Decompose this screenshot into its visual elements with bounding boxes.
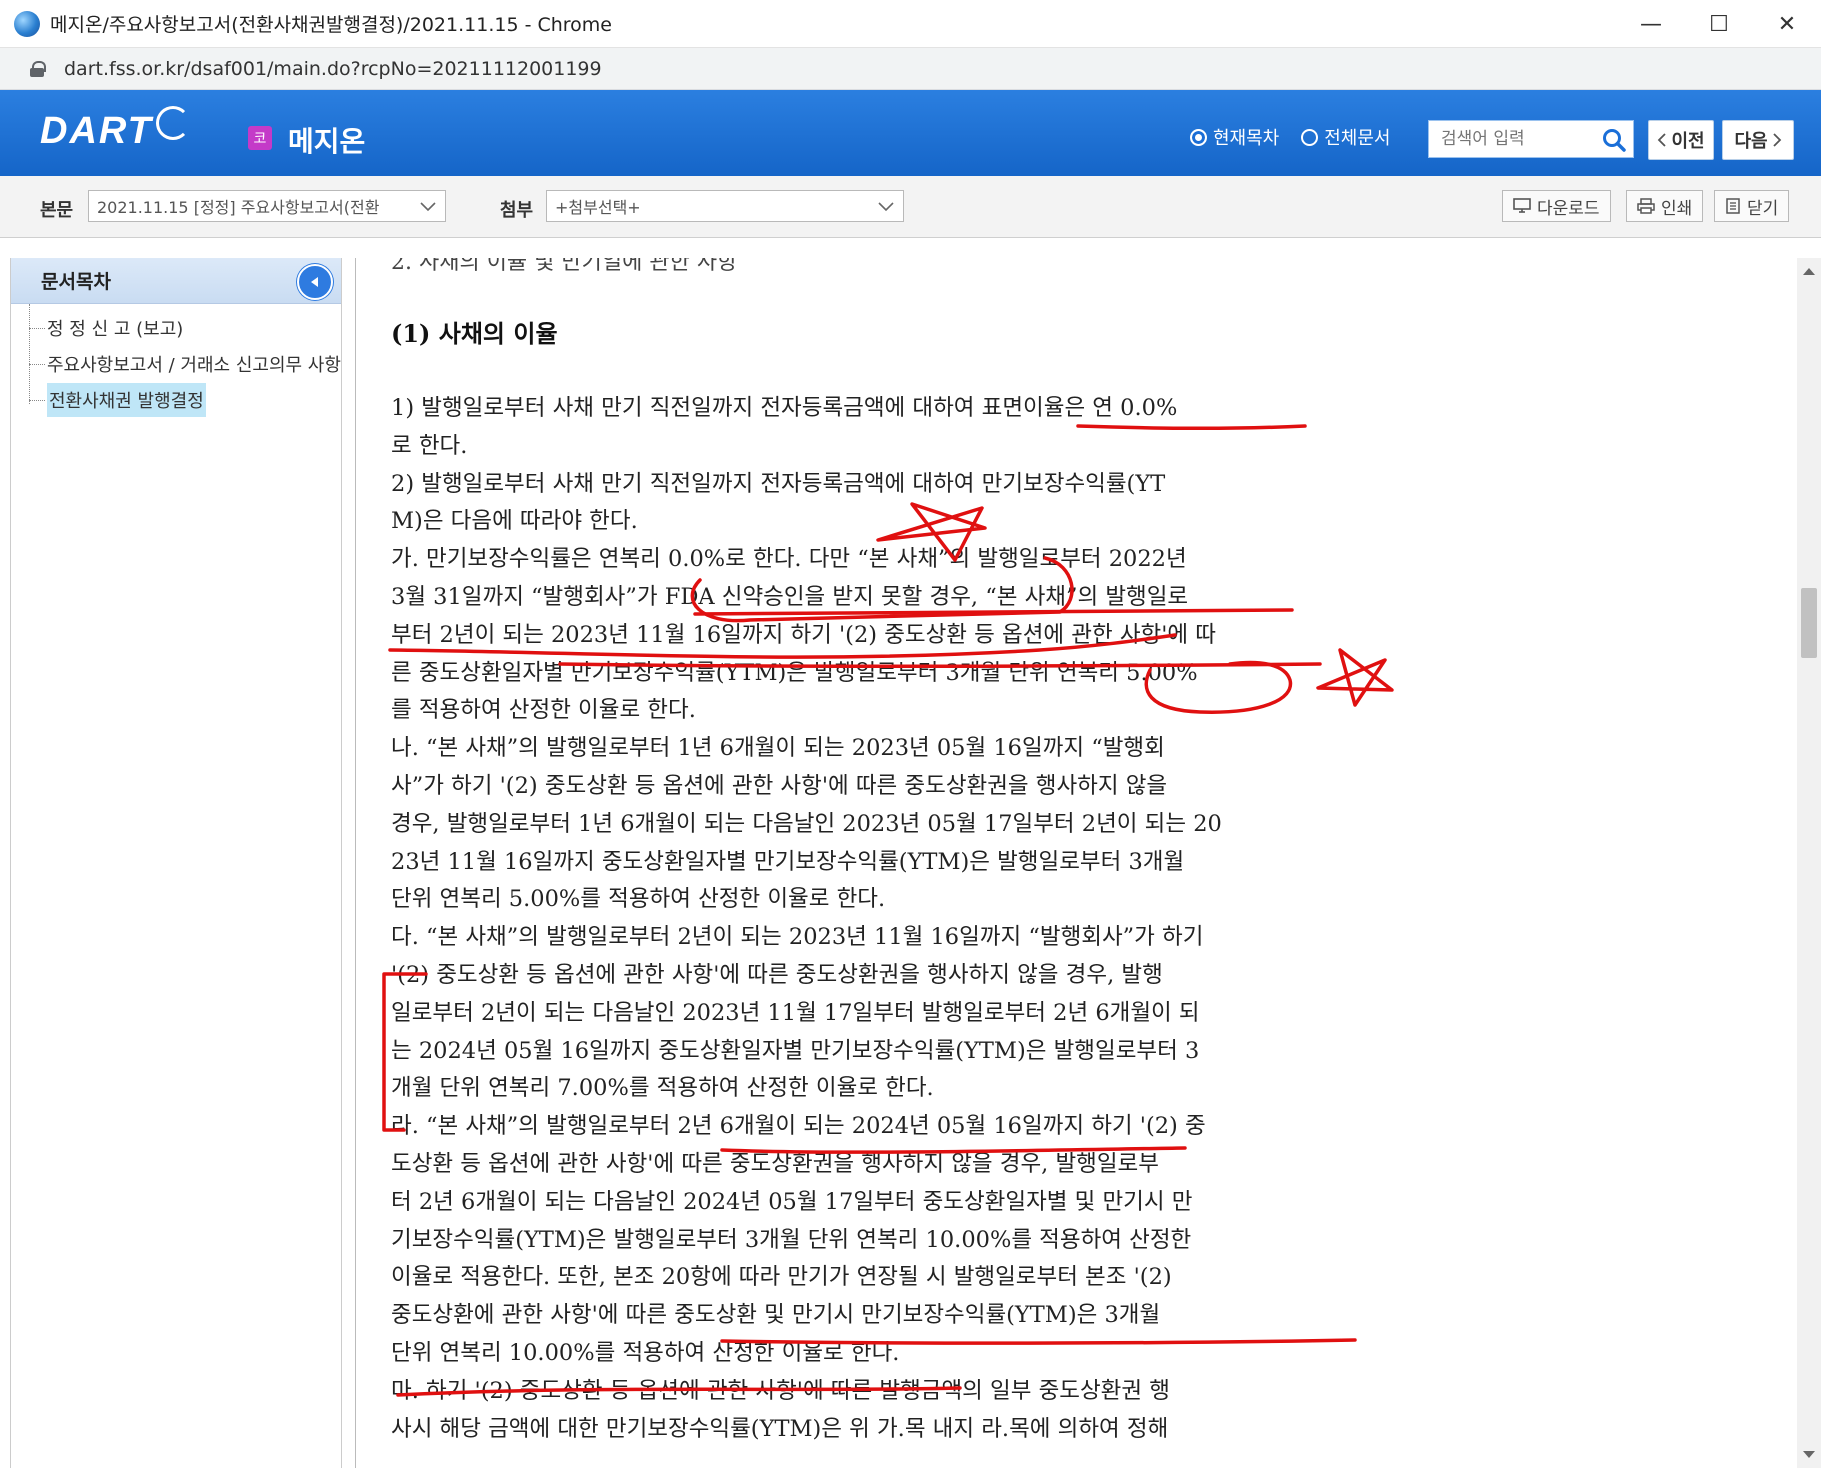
radio-all-docs[interactable]: 전체문서 — [1301, 124, 1391, 150]
radio-current-toc-label: 현재목차 — [1213, 128, 1280, 149]
toc-title: 문서목차 — [41, 271, 111, 293]
doc-line: '(2) 중도상환 등 옵션에 관한 사항'에 따른 중도상환권을 행사하지 않… — [391, 962, 1163, 988]
search-box — [1428, 120, 1634, 158]
corp-badge: 코 — [248, 126, 272, 150]
radio-all-docs-circle[interactable] — [1301, 128, 1319, 146]
doc-line: 사시 해당 금액에 대한 만기보장수익률(YTM)은 위 가.목 내지 라.목에… — [391, 1415, 1169, 1442]
chevron-down-icon — [419, 197, 437, 215]
attach-label: 첨부 — [500, 200, 534, 221]
doc-line: 사”가 하기 '(2) 중도상환 등 옵션에 관한 사항'에 따른 중도상환권을… — [391, 773, 1168, 799]
doc-cut-line: 2. 사채의 이율 및 만기일에 관한 사항 — [391, 258, 738, 275]
chevron-left-icon — [1658, 133, 1667, 147]
doc-line: M)은 다음에 따라야 한다. — [391, 508, 638, 535]
document-scrollbar[interactable] — [1797, 258, 1821, 1468]
scroll-down-arrow-icon[interactable] — [1803, 1451, 1815, 1458]
doc-line: 다. “본 사채”의 발행일로부터 2년이 되는 2023년 11월 16일까지… — [391, 924, 1204, 951]
doc-line: 이율로 적용한다. 또한, 본조 20항에 따라 만기가 연장될 시 발행일로부… — [391, 1264, 1172, 1291]
doc-line: 른 중도상환일자별 만기보장수익률(YTM)은 발행일로부터 3개월 단위 연복… — [391, 659, 1198, 686]
minimize-button[interactable]: — — [1617, 0, 1685, 48]
triangle-left-icon — [311, 277, 318, 287]
doc-line: 중도상환에 관한 사항'에 따른 중도상환 및 만기시 만기보장수익률(YTM)… — [391, 1302, 1161, 1329]
search-scope-radio-group: 현재목차 전체문서 — [1190, 124, 1391, 150]
close-doc-button-label: 닫기 — [1747, 198, 1779, 219]
next-button-label: 다음 — [1734, 131, 1768, 152]
main-doc-label: 본문 — [40, 200, 74, 221]
download-button-label: 다운로드 — [1537, 198, 1600, 219]
toc-item-correction[interactable]: 정 정 신 고 (보고) — [11, 310, 341, 346]
doc-line: 로 한다. — [391, 432, 468, 459]
radio-current-toc[interactable]: 현재목차 — [1190, 124, 1279, 150]
toc-tree: 정 정 신 고 (보고) 주요사항보고서 / 거래소 신고의무 사항 전환사채권… — [11, 304, 341, 418]
close-window-button[interactable]: ✕ — [1753, 0, 1821, 48]
document-icon — [1726, 198, 1740, 214]
doc-line: 단위 연복리 10.00%를 적용하여 산정한 이율로 한다. — [391, 1340, 900, 1366]
dart-logo-mark-icon — [156, 106, 190, 140]
lock-icon — [30, 60, 46, 77]
doc-line: 터 2년 6개월이 되는 다음날인 2024년 05월 17일부터 중도상환일자… — [391, 1188, 1193, 1215]
corp-name: 메지온 — [288, 125, 366, 158]
prev-button[interactable]: 이전 — [1648, 120, 1714, 160]
doc-line: 일로부터 2년이 되는 다음날인 2023년 11월 17일부터 발행일로부터 … — [391, 999, 1200, 1026]
toc-header: 문서목차 — [11, 258, 341, 304]
radio-all-docs-label: 전체문서 — [1324, 128, 1391, 149]
doc-line: 라. “본 사채”의 발행일로부터 2년 6개월이 되는 2024년 05월 1… — [391, 1113, 1206, 1140]
url-text[interactable]: dart.fss.or.kr/dsaf001/main.do?rcpNo=202… — [64, 58, 602, 80]
print-button-label: 인쇄 — [1661, 198, 1693, 219]
doc-line: 도상환 등 옵션에 관한 사항'에 따른 중도상환권을 행사하지 않을 경우, … — [391, 1151, 1159, 1177]
doc-line: 기보장수익률(YTM)은 발행일로부터 3개월 단위 연복리 10.00%를 적… — [391, 1226, 1192, 1253]
printer-icon — [1637, 198, 1655, 214]
address-bar[interactable]: dart.fss.or.kr/dsaf001/main.do?rcpNo=202… — [0, 48, 1821, 90]
search-icon[interactable] — [1601, 127, 1627, 153]
doc-line: 부터 2년이 되는 2023년 11월 16일까지 하기 '(2) 중도상환 등… — [391, 621, 1216, 648]
monitor-icon — [1513, 198, 1531, 213]
document-toolbar: 본문 2021.11.15 [정정] 주요사항보고서(전환 첨부 +첨부선택+ … — [0, 176, 1821, 238]
next-button[interactable]: 다음 — [1722, 120, 1794, 160]
chevron-right-icon — [1772, 133, 1781, 147]
print-button[interactable]: 인쇄 — [1626, 190, 1704, 222]
dart-app-icon — [14, 10, 40, 37]
doc-line: 2) 발행일로부터 사채 만기 직전일까지 전자등록금액에 대하여 만기보장수익… — [391, 470, 1166, 497]
window-title: 메지온/주요사항보고서(전환사채권발행결정)/2021.11.15 - Chro… — [50, 14, 612, 36]
toc-item-cb-issuance[interactable]: 전환사채권 발행결정 — [11, 382, 341, 418]
doc-line: 마. 하기 '(2) 중도상환 등 옵션에 관한 사항'에 따른 발행금액의 일… — [391, 1377, 1170, 1404]
toc-item-main-report[interactable]: 주요사항보고서 / 거래소 신고의무 사항 — [11, 346, 341, 382]
radio-current-toc-circle[interactable] — [1190, 128, 1207, 146]
toc-item-label-selected: 전환사채권 발행결정 — [47, 383, 206, 417]
doc-line: 가. 만기보장수익률은 연복리 0.0%로 한다. 다만 “본 사채”의 발행일… — [391, 546, 1187, 573]
doc-line: 를 적용하여 산정한 이율로 한다. — [391, 697, 696, 724]
doc-line: 경우, 발행일로부터 1년 6개월이 되는 다음날인 2023년 05월 17일… — [391, 810, 1222, 837]
toc-panel: 문서목차 정 정 신 고 (보고) 주요사항보고서 / 거래소 신고의무 사항 … — [10, 258, 342, 1468]
toc-collapse-button[interactable] — [297, 264, 333, 300]
doc-line: 3월 31일까지 “발행회사”가 FDA 신약승인을 받지 못할 경우, “본 … — [391, 584, 1189, 610]
search-input[interactable] — [1441, 129, 1601, 149]
dart-logo[interactable]: DART — [40, 110, 153, 153]
doc-line: 는 2024년 05월 16일까지 중도상환일자별 만기보장수익률(YTM)은 … — [391, 1037, 1200, 1064]
maximize-button[interactable]: ☐ — [1685, 0, 1753, 48]
doc-line: 23년 11월 16일까지 중도상환일자별 만기보장수익률(YTM)은 발행일로… — [391, 848, 1185, 875]
doc-heading: (1) 사채의 이율 — [391, 319, 558, 348]
scroll-thumb[interactable] — [1801, 588, 1817, 658]
main-doc-select[interactable]: 2021.11.15 [정정] 주요사항보고서(전환 — [88, 190, 446, 222]
prev-button-label: 이전 — [1671, 131, 1705, 152]
dart-header: DART 코 메지온 현재목차 전체문서 이전 다음 — [0, 90, 1821, 176]
doc-line: 나. “본 사채”의 발행일로부터 1년 6개월이 되는 2023년 05월 1… — [391, 735, 1165, 762]
attach-select[interactable]: +첨부선택+ — [546, 190, 904, 222]
toc-item-label: 주요사항보고서 / 거래소 신고의무 사항 — [47, 355, 341, 376]
chevron-down-icon — [878, 202, 894, 212]
doc-line: 1) 발행일로부터 사채 만기 직전일까지 전자등록금액에 대하여 표면이율은 … — [391, 395, 1178, 421]
browser-window: 메지온/주요사항보고서(전환사채권발행결정)/2021.11.15 - Chro… — [0, 0, 1821, 1468]
main-doc-select-value: 2021.11.15 [정정] 주요사항보고서(전환 — [97, 198, 380, 217]
scroll-up-arrow-icon[interactable] — [1803, 268, 1815, 275]
close-doc-button[interactable]: 닫기 — [1714, 190, 1790, 222]
title-bar: 메지온/주요사항보고서(전환사채권발행결정)/2021.11.15 - Chro… — [0, 0, 1821, 48]
document-viewer[interactable]: 2. 사채의 이율 및 만기일에 관한 사항 (1) 사채의 이율 1) 발행일… — [355, 258, 1821, 1468]
toc-item-label: 정 정 신 고 (보고) — [47, 319, 184, 340]
doc-line: 단위 연복리 5.00%를 적용하여 산정한 이율로 한다. — [391, 886, 886, 913]
window-controls: — ☐ ✕ — [1617, 0, 1821, 48]
download-button[interactable]: 다운로드 — [1502, 190, 1611, 222]
attach-select-value: +첨부선택+ — [555, 198, 641, 217]
doc-line: 개월 단위 연복리 7.00%를 적용하여 산정한 이율로 한다. — [391, 1075, 934, 1102]
